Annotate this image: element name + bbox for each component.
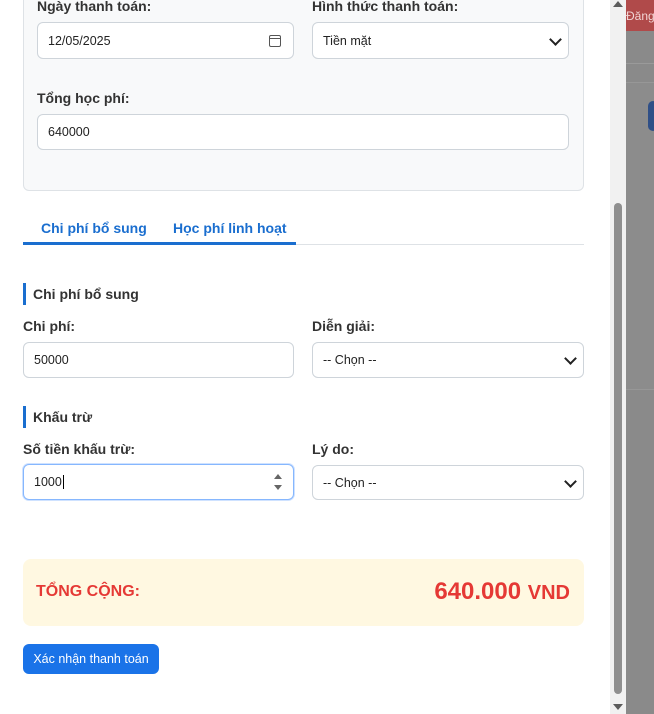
confirm-payment-button[interactable]: Xác nhận thanh toán (23, 644, 159, 674)
background-header-label: Đăng (626, 9, 654, 23)
payment-modal: Ngày thanh toán: 12/05/2025 Hình thức th… (0, 0, 610, 714)
background-divider (626, 63, 654, 64)
total-currency: VND (527, 582, 570, 604)
description-value: -- Chọn -- (323, 353, 377, 367)
payment-date-value: 12/05/2025 (48, 33, 111, 48)
cost-input[interactable]: 50000 (23, 342, 294, 378)
calendar-icon[interactable] (269, 34, 281, 47)
reason-value: -- Chọn -- (323, 475, 377, 490)
scrollbar-thumb[interactable] (614, 203, 622, 694)
payment-method-label: Hình thức thanh toán: (312, 0, 459, 14)
payment-method-select[interactable]: Tiền mặt (312, 22, 569, 59)
total-fee-value: 640000 (48, 125, 90, 139)
scroll-down-icon[interactable] (613, 704, 623, 710)
cost-label: Chi phí: (23, 318, 76, 334)
text-caret (62, 475, 64, 489)
description-select[interactable]: -- Chọn -- (312, 342, 584, 378)
chevron-down-icon (564, 352, 577, 365)
total-amount: 640.000 VND (434, 578, 570, 606)
total-fee-input[interactable]: 640000 (37, 114, 569, 150)
deduction-amount-value: 1000 (34, 475, 62, 489)
total-label: TỔNG CỘNG: (36, 583, 140, 600)
payment-date-label: Ngày thanh toán: (37, 0, 152, 14)
chevron-down-icon (564, 474, 577, 488)
background-header-button: Đăng (626, 0, 654, 31)
deduction-amount-input[interactable]: 1000 (23, 464, 294, 500)
tab-chi-phi-bo-sung[interactable]: Chi phí bổ sung (41, 220, 147, 236)
reason-label: Lý do: (312, 441, 354, 457)
reason-select[interactable]: -- Chọn -- (312, 465, 584, 500)
cost-value: 50000 (34, 353, 69, 367)
tab-hoc-phi-linh-hoat[interactable]: Học phí linh hoạt (173, 220, 287, 236)
active-tab-indicator (23, 242, 296, 245)
description-label: Diễn giải: (312, 318, 376, 334)
deduction-title: Khấu trừ (23, 406, 92, 428)
additional-cost-title: Chi phí bổ sung (23, 283, 139, 305)
chevron-down-icon (549, 32, 562, 46)
payment-method-value: Tiền mặt (323, 33, 372, 48)
background-button (648, 101, 654, 131)
total-fee-label: Tổng học phí: (37, 90, 130, 106)
payment-date-input[interactable]: 12/05/2025 (37, 22, 294, 59)
number-stepper-icon[interactable] (274, 474, 282, 490)
scroll-up-icon[interactable] (613, 1, 623, 7)
total-amount-value: 640.000 (434, 578, 522, 605)
total-summary-box: TỔNG CỘNG: 640.000 VND (23, 559, 584, 626)
deduction-amount-label: Số tiền khấu trừ: (23, 441, 136, 457)
